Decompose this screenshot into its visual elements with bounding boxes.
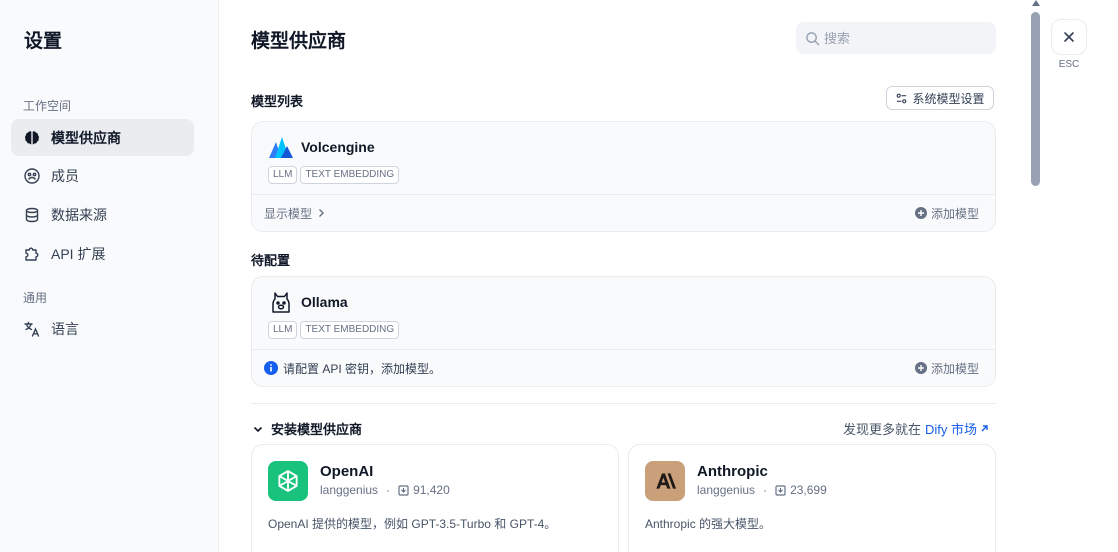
settings-sliders-icon <box>897 93 907 103</box>
sidebar-item-data-source[interactable]: 数据来源 <box>11 196 194 233</box>
plugin-meta: langgenius · 23,699 <box>697 483 827 497</box>
system-model-settings-label: 系统模型设置 <box>912 91 985 106</box>
plus-circle-icon <box>914 207 927 219</box>
general-section-label: 通用 <box>23 291 48 305</box>
sidebar: 设置 工作空间 模型供应商 成员 数据来源 API 扩展 通用 语言 <box>0 0 219 552</box>
scroll-up-arrow[interactable] <box>1032 0 1040 6</box>
plugin-install-count: 23,699 <box>790 483 827 497</box>
translate-icon <box>23 320 41 338</box>
dify-market-label: Dify 市场 <box>925 422 978 437</box>
dify-market-link[interactable]: Dify 市场 <box>925 419 990 438</box>
sidebar-item-label: 成员 <box>51 167 79 184</box>
provider-name: Ollama <box>301 294 348 310</box>
page-title: 模型供应商 <box>251 31 347 52</box>
scrollbar-thumb[interactable] <box>1031 12 1040 186</box>
sidebar-item-api-extension[interactable]: API 扩展 <box>11 235 194 272</box>
add-model-button[interactable]: 添加模型 <box>914 360 979 377</box>
plugin-name: OpenAI <box>320 463 374 480</box>
pending-heading: 待配置 <box>251 253 291 268</box>
sidebar-item-label: 模型供应商 <box>51 129 121 146</box>
esc-label: ESC <box>1058 59 1080 70</box>
model-list-heading: 模型列表 <box>251 94 304 109</box>
sidebar-title: 设置 <box>24 31 63 52</box>
install-providers-heading: 安装模型供应商 <box>271 422 363 437</box>
close-icon <box>1064 32 1074 42</box>
show-models-label: 显示模型 <box>264 206 313 221</box>
workspace-section-label: 工作空间 <box>23 99 72 113</box>
volcengine-logo-icon <box>268 134 294 160</box>
sidebar-item-label: API 扩展 <box>51 245 106 262</box>
search-input[interactable] <box>824 30 984 46</box>
members-icon <box>23 167 41 185</box>
install-count-icon <box>398 484 409 496</box>
add-model-label: 添加模型 <box>930 206 979 221</box>
meta-separator: · <box>386 483 391 497</box>
chevron-down-icon <box>253 426 263 432</box>
provider-name: Volcengine <box>301 139 375 155</box>
plugin-name: Anthropic <box>697 463 768 480</box>
plugin-card-openai[interactable]: OpenAI langgenius · 91,420 OpenAI 提供的模型，… <box>251 444 619 552</box>
add-model-label: 添加模型 <box>930 361 979 376</box>
tag-text-embedding: TEXT EMBEDDING <box>300 321 400 339</box>
tag-llm: LLM <box>268 166 298 184</box>
search-box[interactable] <box>796 22 996 54</box>
sidebar-item-model-provider[interactable]: 模型供应商 <box>11 119 194 156</box>
install-count-icon <box>775 484 786 496</box>
config-warning: 请配置 API 密钥，添加模型。 <box>264 360 441 377</box>
chevron-right-icon <box>319 209 325 217</box>
install-providers-toggle[interactable]: 安装模型供应商 <box>251 419 362 438</box>
provider-card-volcengine: Volcengine LLM TEXT EMBEDDING 显示模型 添加模型 <box>251 121 996 232</box>
plugin-author: langgenius <box>697 483 756 497</box>
plugin-meta: langgenius · 91,420 <box>320 483 450 497</box>
market-discovery: 发现更多就在 Dify 市场 <box>843 419 990 438</box>
database-icon <box>23 206 41 224</box>
plugin-description: Anthropic 的强大模型。 <box>645 517 772 531</box>
meta-separator: · <box>763 483 768 497</box>
plugin-author: langgenius <box>320 483 379 497</box>
plugin-description: OpenAI 提供的模型，例如 GPT-3.5-Turbo 和 GPT-4。 <box>268 517 557 531</box>
tag-llm: LLM <box>268 321 298 339</box>
tag-text-embedding: TEXT EMBEDDING <box>300 166 400 184</box>
info-icon <box>264 361 278 375</box>
config-warning-text: 请配置 API 密钥，添加模型。 <box>283 361 442 376</box>
close-button[interactable] <box>1051 19 1087 55</box>
system-model-settings-button[interactable]: 系统模型设置 <box>886 86 994 110</box>
sidebar-item-members[interactable]: 成员 <box>11 157 194 194</box>
search-icon <box>806 31 820 45</box>
puzzle-icon <box>23 245 41 263</box>
ollama-logo-icon <box>268 289 294 315</box>
market-prefix-text: 发现更多就在 <box>843 422 922 437</box>
plugin-card-anthropic[interactable]: Anthropic langgenius · 23,699 Anthropic … <box>628 444 996 552</box>
add-model-button[interactable]: 添加模型 <box>914 205 979 222</box>
sidebar-item-label: 语言 <box>51 320 79 337</box>
brain-icon <box>23 129 41 147</box>
anthropic-logo-icon <box>645 461 685 501</box>
plugin-install-count: 91,420 <box>413 483 450 497</box>
openai-logo-icon <box>268 461 308 501</box>
sidebar-item-language[interactable]: 语言 <box>11 310 194 347</box>
external-arrow-icon <box>981 425 988 432</box>
sidebar-item-label: 数据来源 <box>51 206 107 223</box>
show-models-button[interactable]: 显示模型 <box>264 205 327 222</box>
section-divider <box>251 403 996 404</box>
plus-circle-icon <box>914 362 927 374</box>
provider-card-ollama: Ollama LLM TEXT EMBEDDING 请配置 API 密钥，添加模… <box>251 276 996 387</box>
